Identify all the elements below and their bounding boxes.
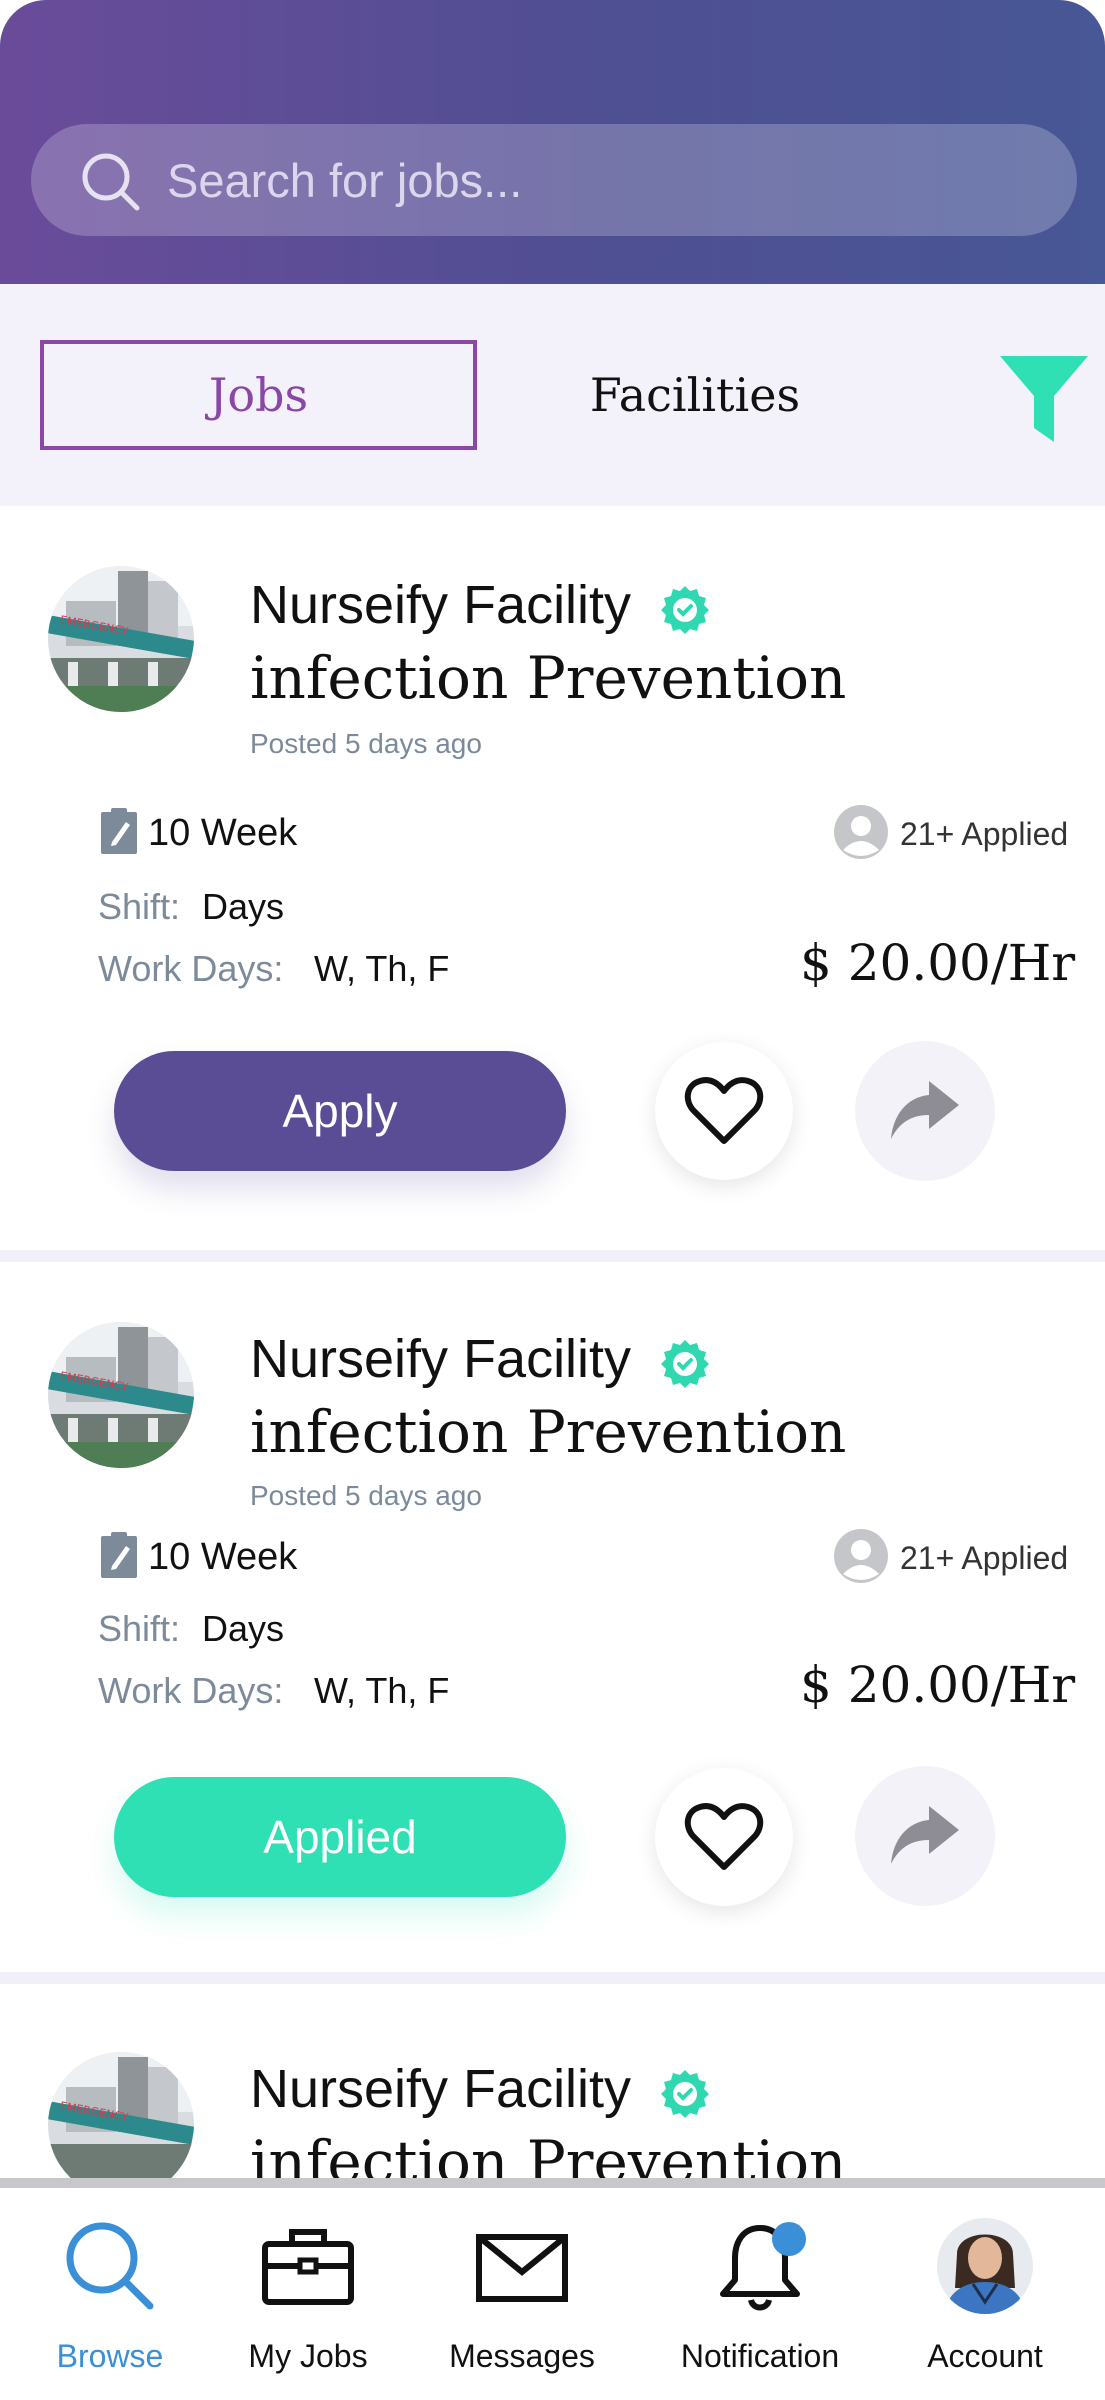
facility-avatar: EMERGENCY: [48, 566, 194, 712]
card-divider: [0, 1250, 1105, 1262]
app-header: [0, 0, 1105, 284]
account-avatar: [937, 2218, 1033, 2314]
verified-badge-icon: [661, 2070, 709, 2118]
work-days-label: Work Days:: [98, 948, 284, 989]
facility-name[interactable]: Nurseify Facility: [250, 574, 631, 636]
verified-badge-icon: [661, 586, 709, 634]
bottom-navigation: Browse My Jobs Messages Notification Acc…: [0, 2188, 1105, 2400]
heart-icon: [684, 1077, 764, 1144]
search-bar[interactable]: [31, 124, 1077, 236]
favorite-button[interactable]: [655, 1768, 793, 1906]
tab-jobs[interactable]: Jobs: [40, 340, 477, 450]
nav-notification-label: Notification: [680, 2338, 840, 2374]
clipboard-icon: [101, 808, 137, 854]
applied-count: 21+ Applied: [900, 1540, 1069, 1576]
card-divider: [0, 1972, 1105, 1984]
job-title: infection Prevention: [250, 644, 847, 712]
hourly-rate: $ 20.00/Hr: [800, 934, 1076, 992]
nav-account-label: Account: [927, 2338, 1043, 2374]
clipboard-icon: [101, 1532, 137, 1578]
apply-button[interactable]: Apply: [114, 1051, 566, 1171]
work-days-label: Work Days:: [98, 1670, 284, 1711]
tab-facilities[interactable]: Facilities: [540, 340, 850, 450]
duration-text: 10 Week: [148, 812, 298, 854]
nav-notification[interactable]: Notification: [660, 2188, 860, 2400]
job-title: infection Prevention: [250, 2128, 847, 2178]
share-icon: [891, 1081, 959, 1139]
job-card[interactable]: EMERGENCY Nurseify Facility infection Pr…: [0, 1984, 1105, 2178]
nav-messages[interactable]: Messages: [432, 2188, 612, 2400]
briefcase-icon: [262, 2229, 354, 2305]
nav-my-jobs[interactable]: My Jobs: [218, 2188, 398, 2400]
posted-time: Posted 5 days ago: [250, 1480, 482, 1511]
applied-button[interactable]: Applied: [114, 1777, 566, 1897]
filter-icon[interactable]: [998, 350, 1090, 446]
search-input[interactable]: [167, 124, 1047, 236]
nav-account[interactable]: Account: [895, 2188, 1075, 2400]
notification-badge: [772, 2222, 806, 2256]
facility-name[interactable]: Nurseify Facility: [250, 1328, 631, 1390]
job-card[interactable]: EMERGENCY Nurseify Facility infection Pr…: [0, 1262, 1105, 1972]
search-icon: [82, 153, 140, 211]
user-avatar-icon: [834, 1529, 888, 1583]
hourly-rate: $ 20.00/Hr: [800, 1656, 1076, 1714]
favorite-button[interactable]: [655, 1042, 793, 1180]
shift-value: Days: [202, 1608, 285, 1649]
nav-messages-label: Messages: [449, 2338, 595, 2374]
verified-badge-icon: [661, 1340, 709, 1388]
nav-my-jobs-label: My Jobs: [248, 2338, 368, 2374]
share-icon: [891, 1806, 959, 1864]
facility-name[interactable]: Nurseify Facility: [250, 2058, 631, 2120]
job-title: infection Prevention: [250, 1398, 847, 1466]
job-card[interactable]: EMERGENCY Nurseify Facility infection Pr…: [0, 506, 1105, 1250]
posted-time: Posted 5 days ago: [250, 728, 482, 759]
facility-avatar: EMERGENCY: [48, 1322, 194, 1468]
share-button[interactable]: [855, 1041, 995, 1181]
segment-tabs: Jobs Facilities: [0, 284, 1105, 506]
work-days-value: W, Th, F: [314, 948, 450, 989]
nav-browse-label: Browse: [56, 2338, 164, 2374]
work-days-value: W, Th, F: [314, 1670, 450, 1711]
shift-value: Days: [202, 886, 285, 927]
heart-icon: [684, 1803, 764, 1870]
facility-avatar: EMERGENCY: [48, 2052, 194, 2178]
share-button[interactable]: [855, 1766, 995, 1906]
shift-label: Shift:: [98, 886, 181, 927]
shift-label: Shift:: [98, 1608, 181, 1649]
user-avatar-icon: [834, 805, 888, 859]
nav-browse[interactable]: Browse: [20, 2188, 200, 2400]
envelope-icon: [476, 2234, 568, 2302]
search-icon: [66, 2222, 154, 2310]
duration-text: 10 Week: [148, 1536, 298, 1578]
nav-divider: [0, 2178, 1105, 2188]
applied-count: 21+ Applied: [900, 816, 1069, 852]
